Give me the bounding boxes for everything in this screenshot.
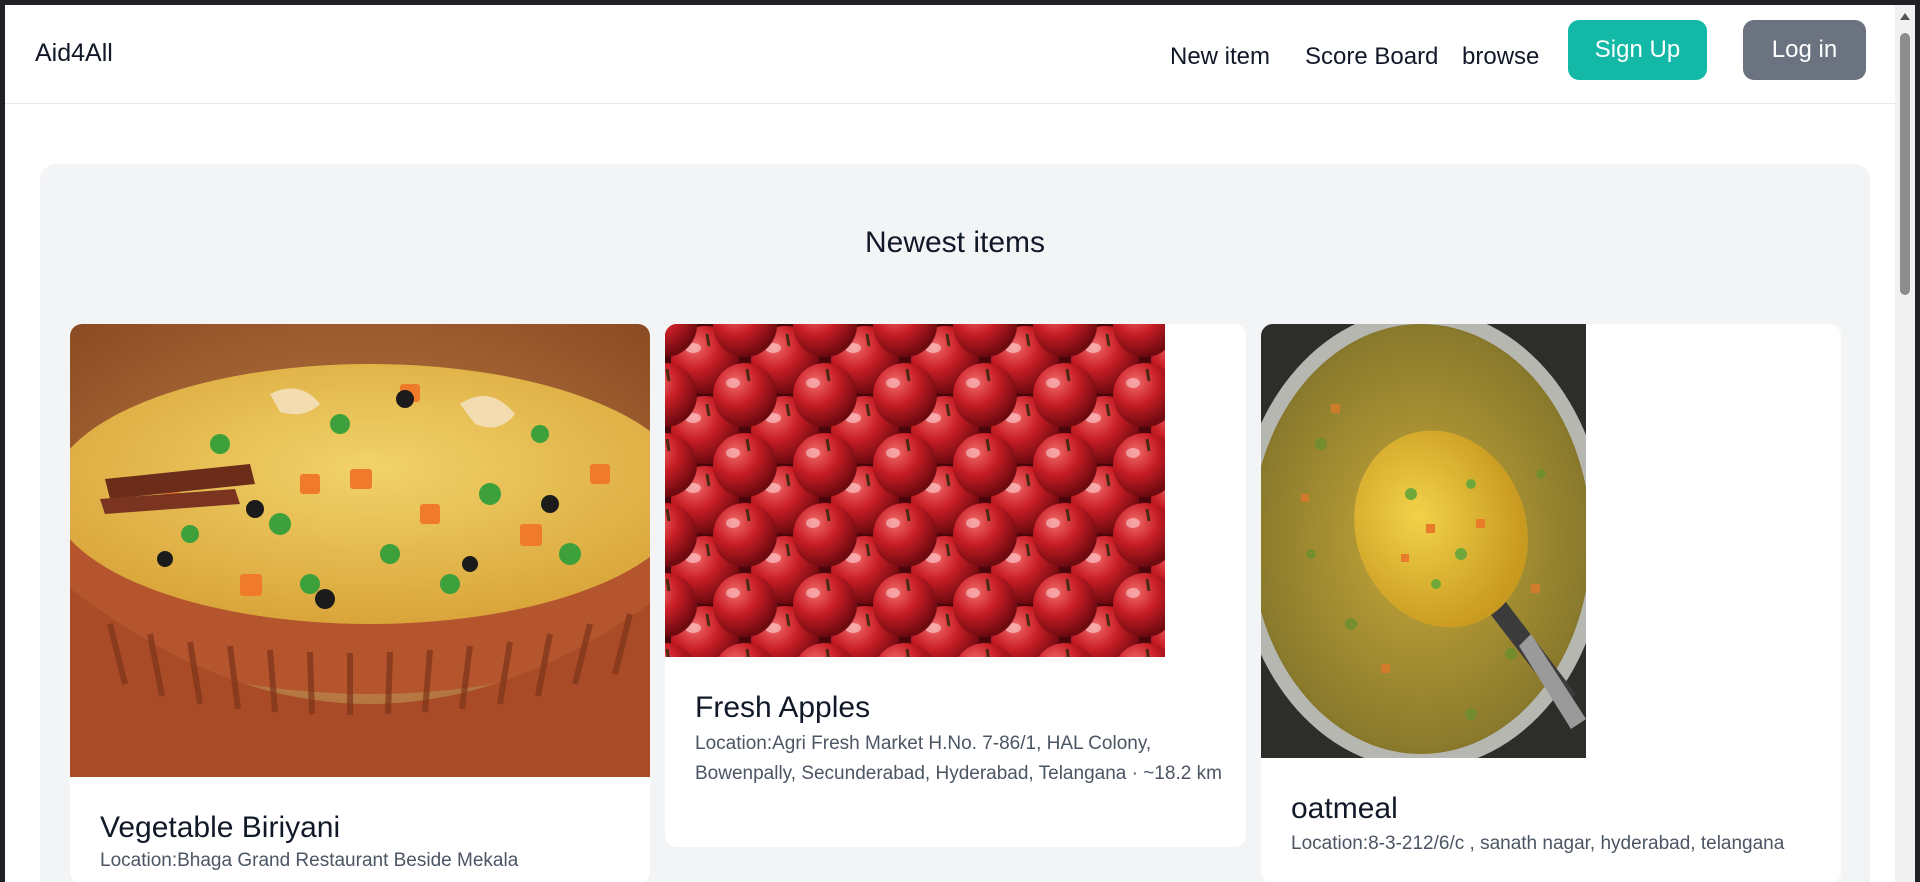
biriyani-image bbox=[70, 324, 650, 777]
newest-items-section: Newest items Vegetable Biriyani Location… bbox=[40, 164, 1870, 882]
brand-logo[interactable]: Aid4All bbox=[35, 39, 113, 68]
scroll-thumb[interactable] bbox=[1900, 33, 1910, 295]
card-location: Location:Agri Fresh Market H.No. 7-86/1,… bbox=[695, 733, 1222, 784]
item-card-biriyani[interactable]: Vegetable Biriyani Location:Bhaga Grand … bbox=[70, 324, 650, 882]
top-navbar: Aid4All New item Score Board browse Sign… bbox=[5, 5, 1900, 104]
item-card-oatmeal[interactable]: oatmeal Location:8-3-212/6/c , sanath na… bbox=[1261, 324, 1841, 882]
section-title: Newest items bbox=[864, 226, 1046, 259]
scroll-up-arrow-icon[interactable] bbox=[1900, 13, 1910, 20]
card-title[interactable]: Vegetable Biriyani bbox=[100, 811, 340, 845]
card-title[interactable]: oatmeal bbox=[1291, 792, 1398, 826]
oatmeal-image bbox=[1261, 324, 1586, 758]
signup-button[interactable]: Sign Up bbox=[1568, 20, 1707, 80]
card-location: Location:Bhaga Grand Restaurant Beside M… bbox=[100, 850, 519, 871]
nav-browse[interactable]: browse bbox=[1462, 43, 1539, 71]
login-button[interactable]: Log in bbox=[1743, 20, 1866, 80]
card-location: Location:8-3-212/6/c , sanath nagar, hyd… bbox=[1291, 833, 1785, 854]
item-card-apples[interactable]: Fresh Apples Location:Agri Fresh Market … bbox=[665, 324, 1246, 847]
nav-score-board[interactable]: Score Board bbox=[1305, 43, 1438, 71]
browser-window: Aid4All New item Score Board browse Sign… bbox=[0, 0, 1920, 882]
nav-new-item[interactable]: New item bbox=[1170, 43, 1270, 71]
vertical-scrollbar[interactable] bbox=[1895, 5, 1915, 882]
card-title[interactable]: Fresh Apples bbox=[695, 691, 870, 725]
apples-image bbox=[665, 324, 1165, 657]
